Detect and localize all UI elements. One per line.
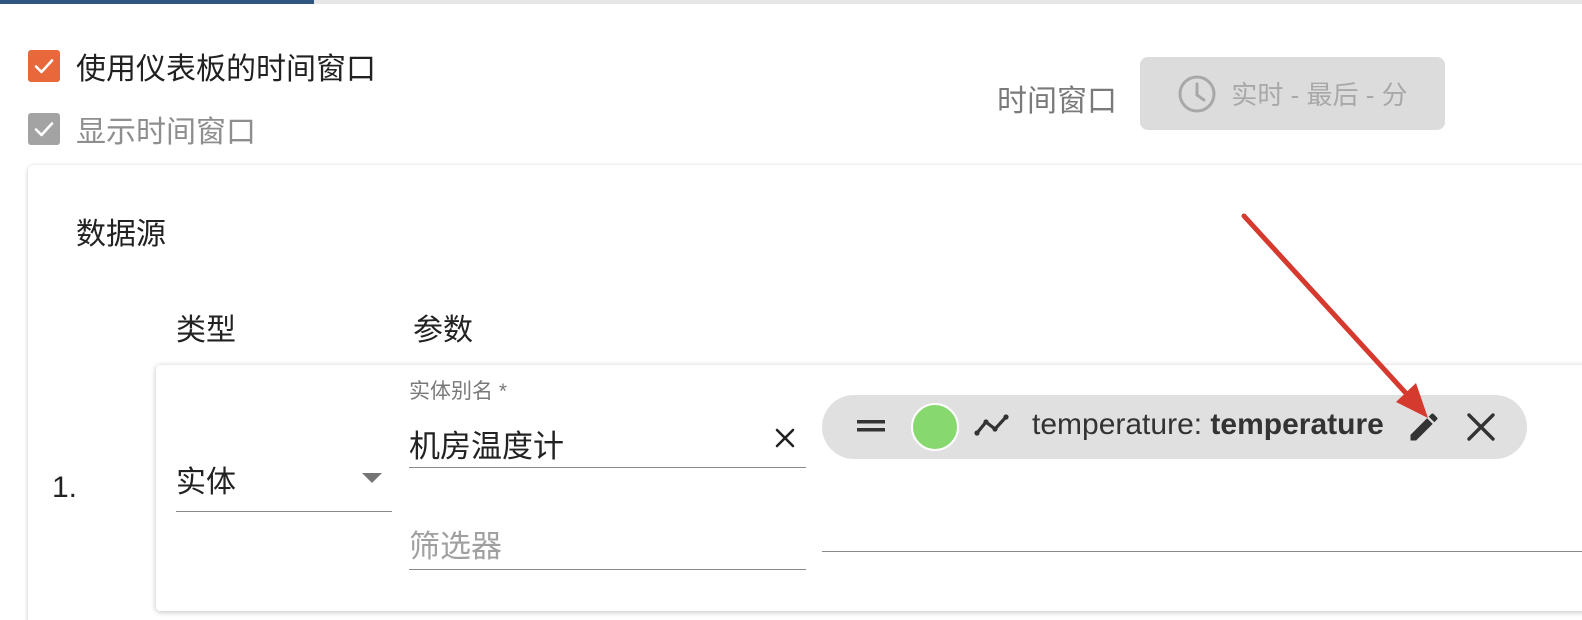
timewindow-button-text: 实时 - 最后 - 分	[1231, 80, 1408, 110]
remove-key-icon[interactable]	[1464, 410, 1498, 444]
key-color-swatch[interactable]	[911, 403, 959, 451]
datasource-type-value: 实体	[176, 466, 236, 499]
use-dashboard-timewindow-checkbox[interactable]	[28, 50, 60, 82]
use-dashboard-timewindow-option[interactable]: 使用仪表板的时间窗口	[28, 44, 376, 88]
column-header-params: 参数	[413, 314, 473, 347]
drag-handle-icon[interactable]	[856, 415, 886, 437]
timewindow-button: 实时 - 最后 - 分	[1140, 57, 1445, 130]
entity-alias-field[interactable]: 实体别名 * 机房温度计	[409, 375, 806, 468]
checkmark-icon	[34, 59, 54, 74]
tab-bar	[0, 0, 1582, 4]
display-timewindow-option: 显示时间窗口	[28, 107, 256, 151]
datasource-row-index: 1.	[52, 471, 78, 504]
timewindow-label: 时间窗口	[997, 85, 1117, 118]
data-key-name: temperature	[1032, 408, 1194, 441]
column-header-type: 类型	[176, 314, 236, 347]
dropdown-arrow-icon	[362, 473, 382, 483]
checkmark-icon	[34, 122, 54, 137]
display-timewindow-checkbox	[28, 113, 60, 145]
datasource-type-select[interactable]: 实体	[176, 457, 392, 512]
datasources-title: 数据源	[76, 218, 166, 251]
active-tab-indicator	[0, 0, 314, 4]
use-dashboard-timewindow-label: 使用仪表板的时间窗口	[76, 53, 376, 86]
entity-alias-label: 实体别名 *	[409, 380, 508, 403]
timeseries-trend-icon	[974, 414, 1009, 436]
filter-field[interactable]: 筛选器	[409, 515, 806, 570]
annotation-arrow	[1241, 213, 1428, 418]
clear-icon[interactable]	[774, 427, 796, 449]
display-timewindow-label: 显示时间窗口	[76, 116, 256, 149]
clock-icon	[1178, 75, 1216, 112]
entity-alias-value: 机房温度计	[409, 429, 564, 464]
widget-settings-panel: 使用仪表板的时间窗口 显示时间窗口 时间窗口 实时 - 最后 - 分 数据源 类…	[0, 0, 1582, 620]
filter-placeholder: 筛选器	[409, 529, 502, 564]
